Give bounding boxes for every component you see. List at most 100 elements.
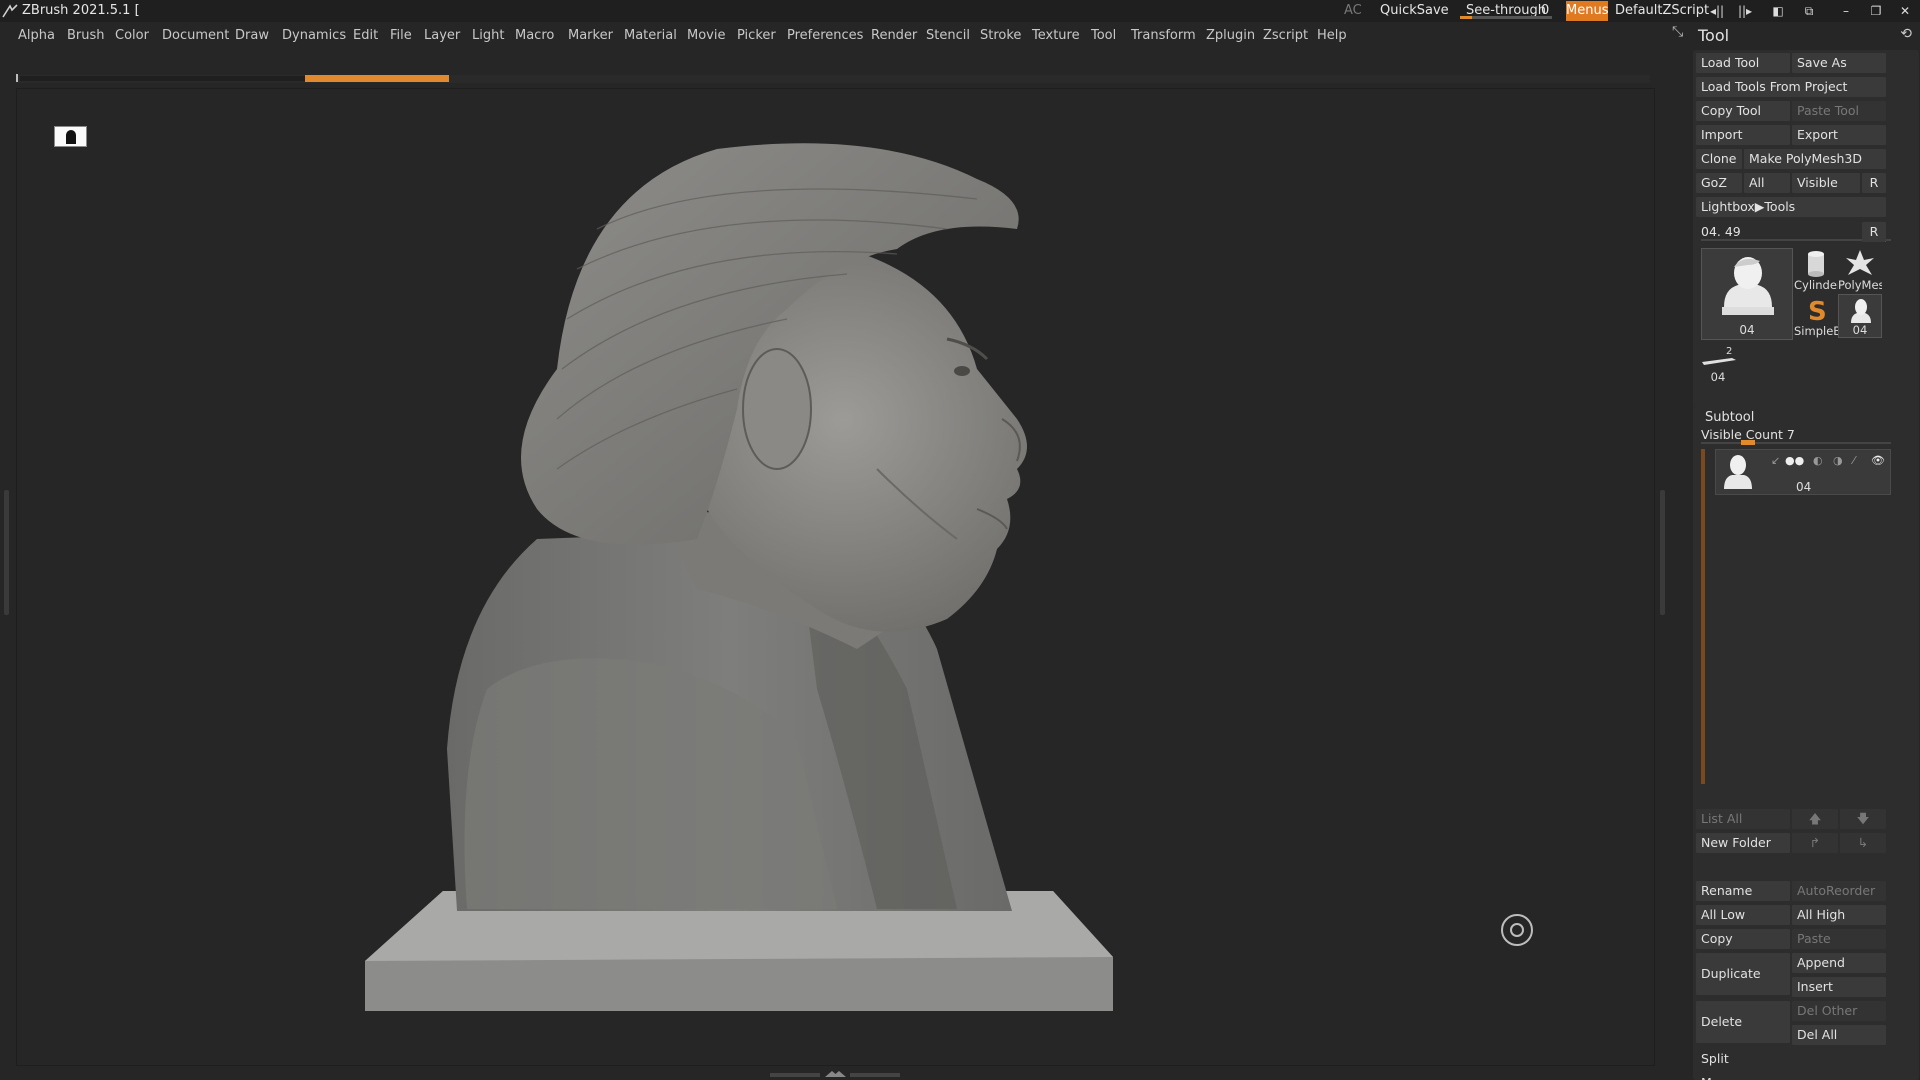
subtool-half-icon[interactable]: ◑ [1833, 454, 1843, 467]
goz-button[interactable]: GoZ [1696, 173, 1742, 193]
subtool-toggle-icon[interactable]: ●● [1785, 454, 1804, 467]
copy-tool-button[interactable]: Copy Tool [1696, 101, 1790, 121]
menu-zplugin[interactable]: Zplugin [1206, 28, 1255, 43]
subtool-brush-icon[interactable]: ⁄ [1853, 454, 1855, 467]
menus-toggle-button[interactable]: Menus [1566, 1, 1608, 21]
subtool-moon-icon[interactable]: ◐ [1813, 454, 1823, 467]
close-icon[interactable]: ✕ [1895, 3, 1915, 19]
move-up-icon[interactable]: 🡅 [1792, 809, 1838, 829]
menu-brush[interactable]: Brush [67, 28, 105, 43]
default-zscript-button[interactable]: DefaultZScript [1615, 3, 1709, 18]
menu-color[interactable]: Color [115, 28, 149, 43]
menu-help[interactable]: Help [1317, 28, 1347, 43]
lightbox-tools-button[interactable]: Lightbox▶Tools [1696, 197, 1886, 217]
merge-section[interactable]: Merge [1696, 1073, 1886, 1080]
duplicate-button[interactable]: Duplicate [1696, 953, 1790, 995]
export-button[interactable]: Export [1792, 125, 1886, 145]
paste-button[interactable]: Paste [1792, 929, 1886, 949]
reset-palette-icon[interactable]: ⟲ [1900, 26, 1912, 42]
menu-zscript[interactable]: Zscript [1263, 28, 1308, 43]
menu-stencil[interactable]: Stencil [926, 28, 970, 43]
plane-tool-thumbnail[interactable]: 2 04 [1696, 340, 1740, 384]
subtool-title[interactable]: Subtool [1705, 410, 1754, 425]
document-tab-active[interactable] [305, 75, 449, 82]
goz-r-button[interactable]: R [1862, 173, 1886, 193]
ac-toggle[interactable]: AC [1344, 3, 1362, 18]
see-through-slider[interactable] [1460, 16, 1552, 19]
menu-material[interactable]: Material [624, 28, 677, 43]
list-all-button[interactable]: List All [1696, 809, 1790, 829]
menu-tool[interactable]: Tool [1091, 28, 1116, 43]
folder-back-icon[interactable]: ↳ [1840, 833, 1886, 853]
folder-forward-icon[interactable]: ↱ [1792, 833, 1838, 853]
visible-count-slider[interactable] [1701, 442, 1891, 444]
minimize-icon[interactable]: – [1836, 3, 1856, 19]
polymesh-tool-thumbnail[interactable]: PolyMes [1838, 248, 1882, 292]
layout-right-icon[interactable]: ||▸ [1734, 3, 1756, 19]
split-section[interactable]: Split [1696, 1049, 1886, 1069]
load-tool-button[interactable]: Load Tool [1696, 53, 1790, 73]
del-all-button[interactable]: Del All [1792, 1025, 1886, 1045]
menu-macro[interactable]: Macro [515, 28, 554, 43]
clone-button[interactable]: Clone [1696, 149, 1742, 169]
document-canvas[interactable] [16, 88, 1655, 1066]
load-tools-from-project-button[interactable]: Load Tools From Project [1696, 77, 1886, 97]
append-button[interactable]: Append [1792, 953, 1886, 973]
cylinder-icon [1808, 251, 1824, 277]
goz-all-button[interactable]: All [1744, 173, 1790, 193]
import-button[interactable]: Import [1696, 125, 1790, 145]
insert-button[interactable]: Insert [1792, 977, 1886, 997]
menu-alpha[interactable]: Alpha [18, 28, 55, 43]
current-tool-thumbnail[interactable]: 04 [1701, 248, 1793, 340]
copy-button[interactable]: Copy [1696, 929, 1790, 949]
menu-render[interactable]: Render [871, 28, 917, 43]
document-tab-inactive[interactable] [20, 76, 305, 81]
menu-light[interactable]: Light [472, 28, 504, 43]
menu-texture[interactable]: Texture [1032, 28, 1080, 43]
bust-small-tool-thumbnail[interactable]: 04 [1838, 294, 1882, 338]
menu-transform[interactable]: Transform [1131, 28, 1196, 43]
menu-stroke[interactable]: Stroke [980, 28, 1021, 43]
menu-layer[interactable]: Layer [424, 28, 460, 43]
cylinder-tool-thumbnail[interactable]: Cylinder [1794, 248, 1838, 292]
menu-preferences[interactable]: Preferences [787, 28, 863, 43]
menu-movie[interactable]: Movie [687, 28, 725, 43]
restore-icon[interactable]: ❐ [1866, 3, 1886, 19]
left-tray-handle[interactable] [4, 490, 9, 615]
simplebrush-tool-thumbnail[interactable]: S SimpleB [1794, 294, 1838, 338]
quicksave-button[interactable]: QuickSave [1380, 3, 1449, 18]
autoreorder-button[interactable]: AutoReorder [1792, 881, 1886, 901]
goz-visible-button[interactable]: Visible [1792, 173, 1860, 193]
subtool-list-scrollbar[interactable] [1701, 449, 1705, 784]
menu-marker[interactable]: Marker [568, 28, 613, 43]
current-tool-slider-label: 04. 49 [1701, 224, 1741, 239]
paste-tool-button[interactable]: Paste Tool [1792, 101, 1886, 121]
menu-file[interactable]: File [390, 28, 412, 43]
all-low-button[interactable]: All Low [1696, 905, 1790, 925]
rename-button[interactable]: Rename [1696, 881, 1790, 901]
move-down-icon[interactable]: 🡇 [1840, 809, 1886, 829]
subtool-arrow-icon[interactable]: ↙ [1771, 454, 1780, 467]
right-tray-handle[interactable] [1660, 490, 1665, 615]
save-as-button[interactable]: Save As [1792, 53, 1886, 73]
menu-draw[interactable]: Draw [235, 28, 269, 43]
del-other-button[interactable]: Del Other [1792, 1001, 1886, 1021]
all-high-button[interactable]: All High [1792, 905, 1886, 925]
gizmo-rotate-icon[interactable] [1501, 914, 1533, 946]
window-swap-icon[interactable]: ⧉ [1798, 3, 1820, 19]
subtool-item[interactable]: ↙ ●● ◐ ◑ ⁄ 👁 04 [1715, 449, 1891, 495]
window-layout-icon[interactable]: ◧ [1767, 3, 1789, 19]
menu-picker[interactable]: Picker [737, 28, 776, 43]
layout-left-icon[interactable]: ◂|| [1706, 3, 1728, 19]
menu-edit[interactable]: Edit [353, 28, 378, 43]
make-polymesh3d-button[interactable]: Make PolyMesh3D [1744, 149, 1886, 169]
menu-dynamics[interactable]: Dynamics [282, 28, 346, 43]
bottom-tray-handle[interactable] [770, 1071, 900, 1078]
tool-slider-r-button[interactable]: R [1862, 222, 1886, 242]
menu-document[interactable]: Document [162, 28, 229, 43]
new-folder-button[interactable]: New Folder [1696, 833, 1790, 853]
visible-count-slider-knob[interactable] [1741, 440, 1755, 445]
pin-icon[interactable]: ⤡ [1672, 24, 1683, 40]
delete-button[interactable]: Delete [1696, 1001, 1790, 1043]
subtool-eye-icon[interactable]: 👁 [1871, 454, 1885, 467]
